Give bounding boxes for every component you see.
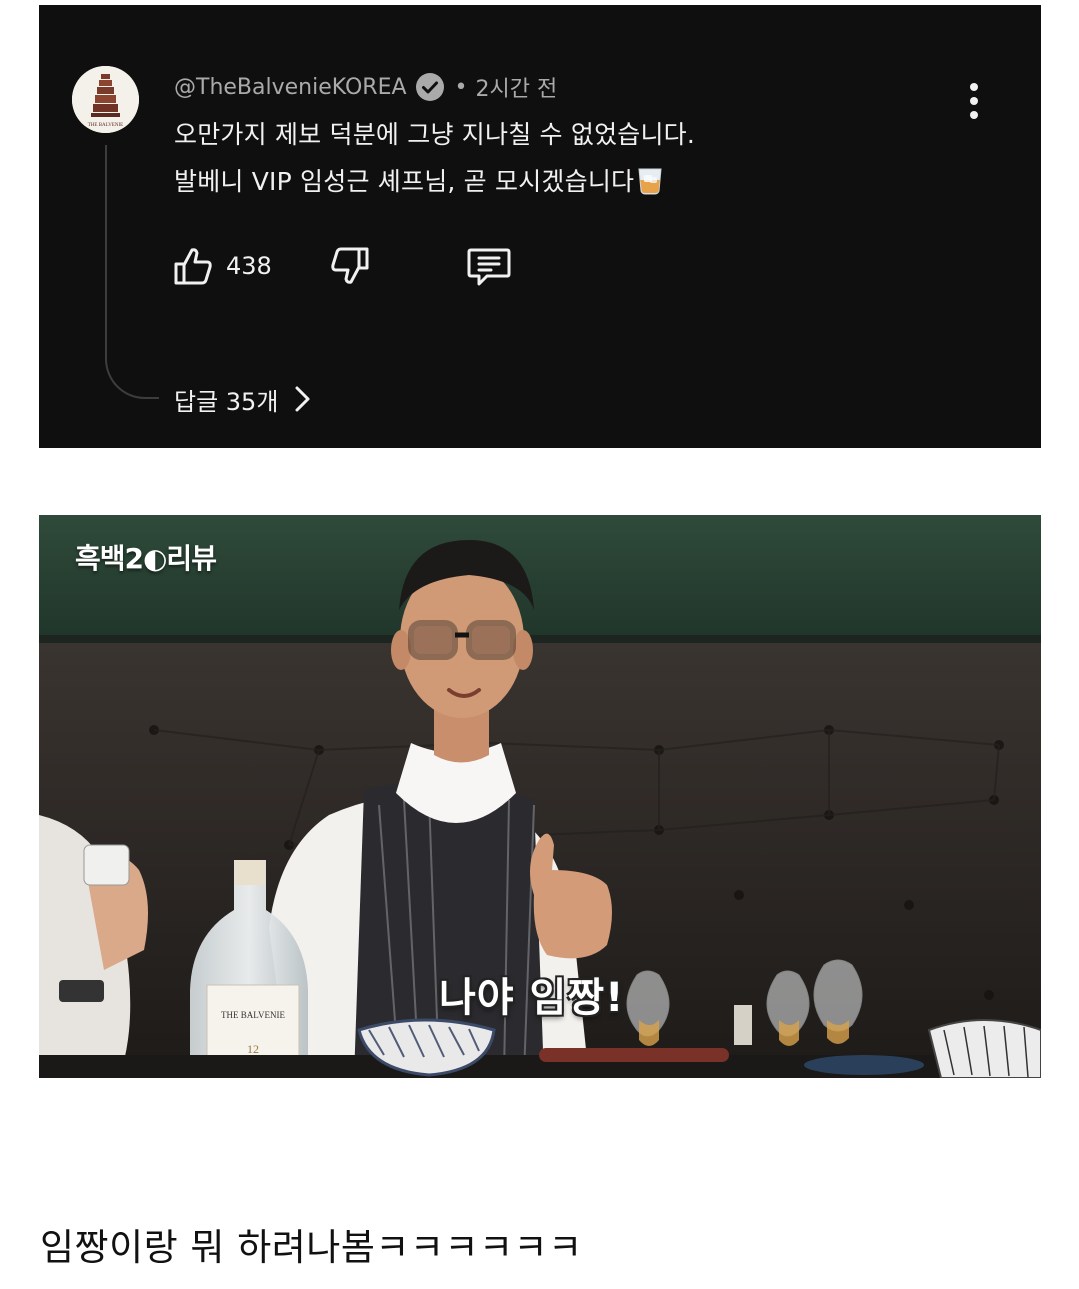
channel-handle[interactable]: @TheBalvenieKOREA	[174, 75, 407, 100]
video-screenshot: THE BALVENIE 12 흑백2◐리뷰 나야 임짱!	[39, 515, 1041, 1078]
verified-badge-icon	[415, 73, 444, 101]
replies-count-label: 답글 35개	[174, 387, 279, 416]
svg-text:THE BALVENIE: THE BALVENIE	[221, 1010, 285, 1020]
like-button[interactable]: 438	[172, 241, 272, 291]
comment-text-line-2-text: 발베니 VIP 임성근 셰프님, 곧 모시겠습니다	[174, 167, 635, 196]
meta-separator: •	[454, 74, 468, 100]
comment-text-line-2: 발베니 VIP 임성근 셰프님, 곧 모시겠습니다	[174, 162, 664, 201]
comment-actions: 438	[172, 241, 572, 291]
comment-meta: @TheBalvenieKOREA • 2시간 전	[174, 69, 557, 105]
comment-timestamp[interactable]: 2시간 전	[476, 71, 558, 103]
thumbs-down-icon	[331, 247, 369, 284]
reply-thread-line	[105, 145, 159, 399]
svg-text:THE BALVENIE: THE BALVENIE	[88, 123, 124, 128]
show-logo: 흑백2◐리뷰	[75, 542, 217, 575]
more-vertical-icon	[970, 83, 978, 119]
reply-button[interactable]	[465, 241, 513, 291]
dislike-button[interactable]	[327, 241, 371, 291]
view-replies-link[interactable]: 답글 35개	[174, 379, 312, 419]
chevron-right-icon	[295, 386, 310, 412]
post-caption: 임짱이랑 뭐 하려나봄ㅋㅋㅋㅋㅋㅋ	[40, 1226, 583, 1269]
video-subtitle: 나야 임짱!	[439, 975, 625, 1021]
whisky-glass-icon	[636, 165, 664, 201]
thumbs-up-icon	[174, 248, 212, 285]
youtube-comment-card: THE BALVENIE @TheBalvenieKOREA • 2시간 전 오…	[39, 5, 1041, 448]
comment-text-line-1: 오만가지 제보 덕분에 그냥 지나칠 수 없었습니다.	[174, 120, 696, 149]
like-count: 438	[226, 252, 272, 280]
balvenie-logo-icon: THE BALVENIE	[72, 66, 139, 133]
channel-avatar[interactable]: THE BALVENIE	[72, 66, 139, 133]
svg-text:12: 12	[247, 1042, 259, 1056]
reply-comment-icon	[467, 248, 511, 286]
comment-options-button[interactable]	[964, 81, 984, 121]
